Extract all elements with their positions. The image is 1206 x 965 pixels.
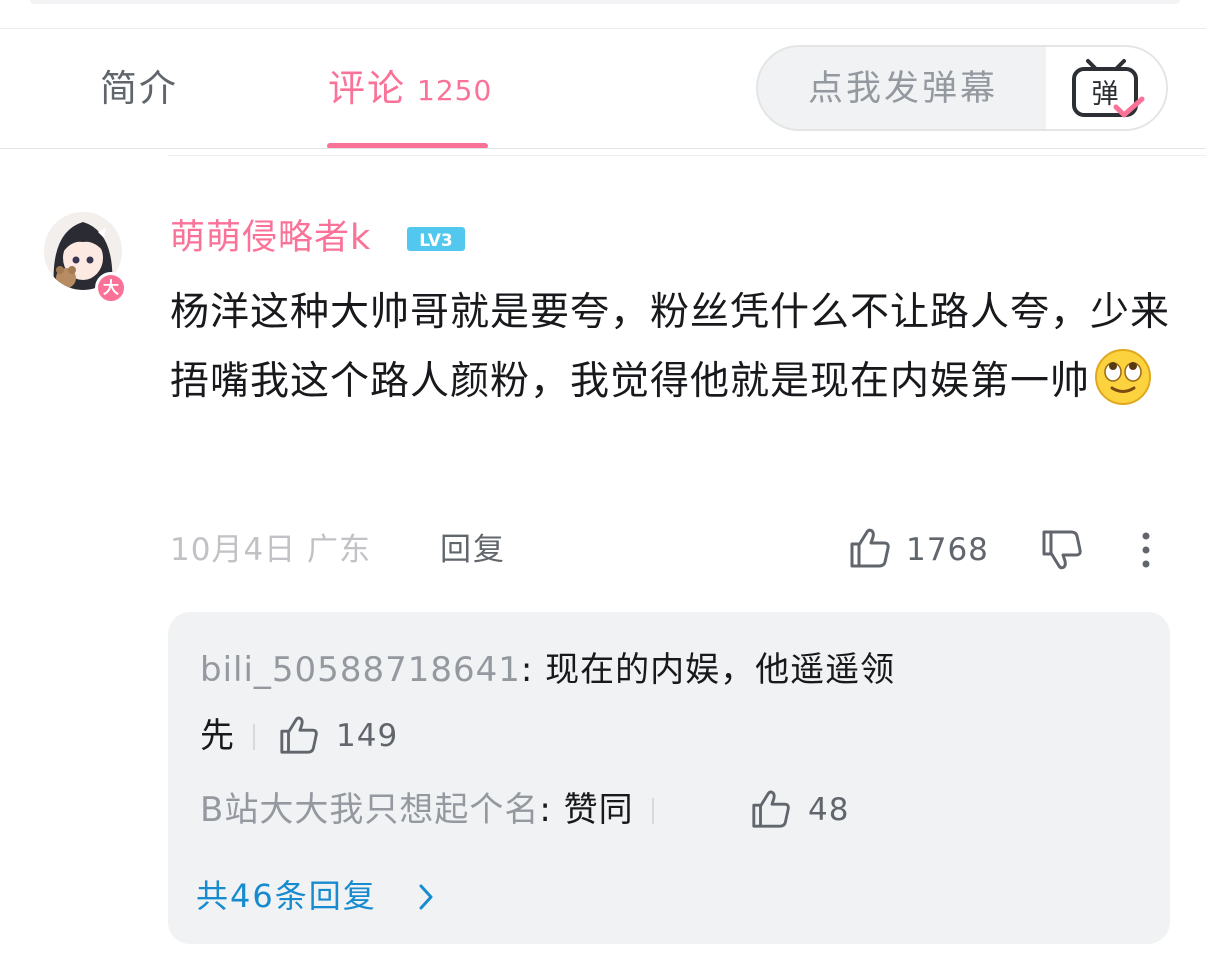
comment-date-location: 10月4日 广东 <box>170 532 372 568</box>
user-badge: 大 <box>95 272 127 304</box>
reply-item-line[interactable]: bili_50588718641: 现在的内娱，他遥遥领 <box>200 648 895 692</box>
reply-item-line[interactable]: B站大大我只想起个名: 赞同 <box>200 788 672 832</box>
level-text: LV3 <box>419 231 452 251</box>
reply-text: 先 <box>200 716 235 756</box>
reply-thumbs-up-icon[interactable] <box>278 714 320 756</box>
thumbs-down-icon[interactable] <box>1040 528 1084 572</box>
reply-colon: : <box>520 650 546 690</box>
more-options-icon[interactable] <box>1134 530 1158 570</box>
tab-comments-count: 1250 <box>417 74 493 107</box>
danmaku-icon: 弹 <box>1072 59 1145 118</box>
comment-username[interactable]: 萌萌侵略者k <box>170 216 371 260</box>
like-count: 1768 <box>906 532 989 568</box>
danmaku-placeholder: 点我发弹幕 <box>808 69 999 109</box>
tab-bar: 简介 评论 1250 点我发弹幕 弹 <box>0 29 1206 149</box>
replies-panel: bili_50588718641: 现在的内娱，他遥遥领 先 149 B站大大我… <box>168 612 1170 944</box>
level-badge: LV3 <box>407 227 465 251</box>
reply-item-line[interactable]: 先 <box>200 714 273 758</box>
danmaku-toggle-button[interactable]: 弹 <box>1046 47 1166 129</box>
divider <box>168 155 1206 156</box>
tab-comments[interactable]: 评论 <box>328 67 406 111</box>
danmaku-input[interactable]: 点我发弹幕 弹 <box>756 45 1168 131</box>
reply-colon: : <box>539 790 564 830</box>
reply-like-count: 48 <box>808 792 850 828</box>
reply-text: 现在的内娱，他遥遥领 <box>545 650 896 690</box>
tab-intro[interactable]: 简介 <box>100 67 178 111</box>
rolling-eyes-emoji-icon <box>1095 349 1152 405</box>
divider <box>0 148 1206 149</box>
reply-text: 赞同 <box>563 790 634 830</box>
reply-username[interactable]: bili_50588718641 <box>200 650 521 690</box>
reply-username[interactable]: B站大大我只想起个名 <box>200 790 539 830</box>
reply-button[interactable]: 回复 <box>440 530 506 570</box>
view-all-replies-link[interactable]: 共46条回复 <box>196 874 377 918</box>
chevron-right-icon[interactable] <box>416 882 436 912</box>
comment-text: 杨洋这种大帅哥就是要夸，粉丝凭什么不让路人夸，少来捂嘴我这个路人颜粉，我觉得他就… <box>170 290 1171 404</box>
reply-like-count: 149 <box>336 718 399 754</box>
separator <box>253 724 255 750</box>
separator <box>651 798 654 824</box>
comment-content: 杨洋这种大帅哥就是要夸，粉丝凭什么不让路人夸，少来捂嘴我这个路人颜粉，我觉得他就… <box>170 278 1170 416</box>
reply-thumbs-up-icon[interactable] <box>750 788 792 830</box>
top-strip <box>30 0 1180 4</box>
thumbs-up-icon[interactable] <box>848 526 892 570</box>
